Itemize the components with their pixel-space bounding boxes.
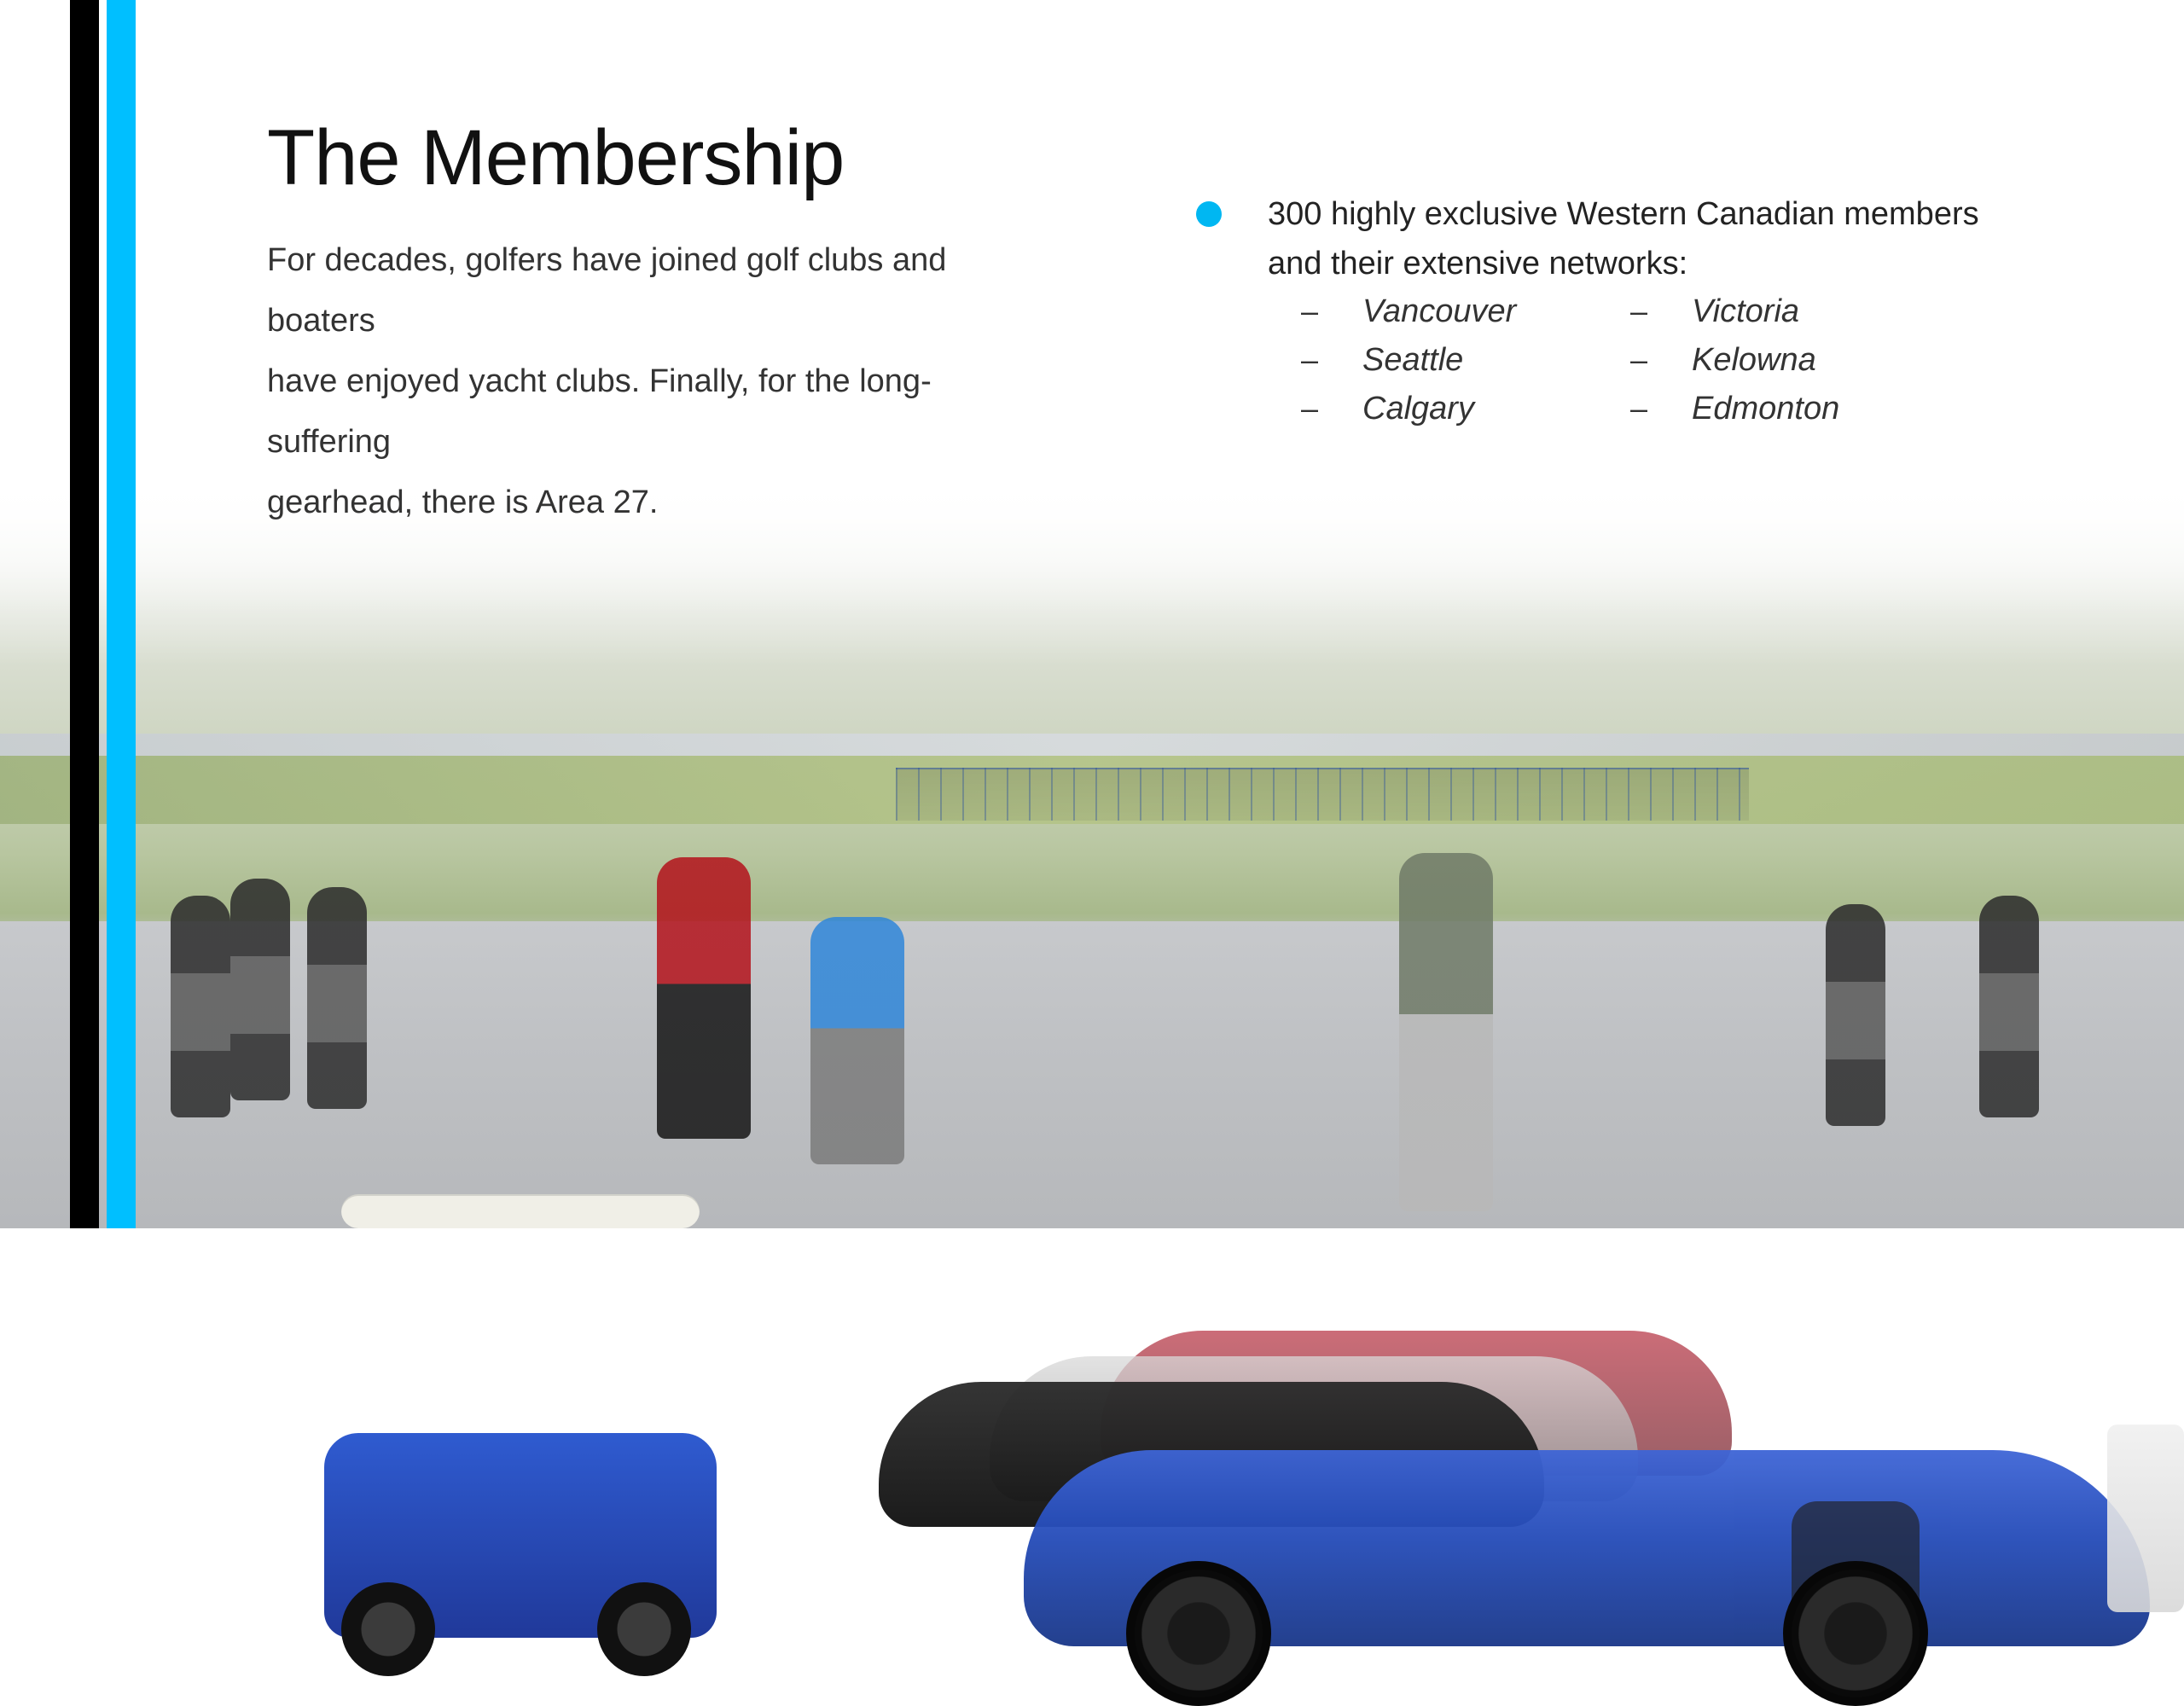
intro-line: For decades, golfers have joined golf cl… xyxy=(267,242,947,339)
crowd xyxy=(136,776,2184,1211)
dash-icon: – xyxy=(1300,342,1319,377)
car-wheel xyxy=(1783,1561,1928,1706)
cities-left-column: – Vancouver – Seattle – Calgary xyxy=(1292,293,1651,439)
person xyxy=(171,896,230,1117)
page-title: The Membership xyxy=(267,114,845,201)
person xyxy=(230,879,290,1100)
city-item: – Edmonton xyxy=(1622,391,1980,439)
dash-icon: – xyxy=(1629,293,1648,328)
dash-icon: – xyxy=(1629,342,1648,377)
intro-line: gearhead, there is Area 27. xyxy=(267,485,659,520)
bullet-line: 300 highly exclusive Western Canadian me… xyxy=(1268,196,1979,232)
golf-cart-wheel xyxy=(341,1582,435,1676)
intro-line: have enjoyed yacht clubs. Finally, for t… xyxy=(267,363,932,460)
person xyxy=(1979,896,2039,1117)
person xyxy=(1826,904,1885,1126)
golf-cart xyxy=(324,1194,725,1676)
dash-icon: – xyxy=(1300,391,1319,426)
city-name: Calgary xyxy=(1362,391,1474,426)
city-name: Kelowna xyxy=(1692,342,1816,378)
person-blue-shirt xyxy=(810,917,904,1164)
background-photo xyxy=(0,478,2184,1706)
person xyxy=(307,887,367,1109)
city-name: Edmonton xyxy=(1692,391,1840,426)
bullet-text: 300 highly exclusive Western Canadian me… xyxy=(1268,189,2036,288)
cities-right-column: – Victoria – Kelowna – Edmonton xyxy=(1622,293,1980,439)
golf-cart-roof xyxy=(341,1194,700,1228)
city-item: – Kelowna xyxy=(1622,342,1980,391)
city-name: Victoria xyxy=(1692,293,1800,329)
left-black-stripe xyxy=(70,0,99,1228)
person-olive-shirt xyxy=(1399,853,1493,1211)
left-cyan-stripe xyxy=(107,0,136,1228)
city-item: – Calgary xyxy=(1292,391,1651,439)
dash-icon: – xyxy=(1629,391,1648,426)
concrete-barrier xyxy=(2107,1425,2184,1612)
bullet-icon xyxy=(1196,201,1222,227)
golf-cart-wheel xyxy=(597,1582,691,1676)
city-item: – Vancouver xyxy=(1292,293,1651,342)
bullet-line: and their extensive networks: xyxy=(1268,246,1688,281)
city-item: – Victoria xyxy=(1622,293,1980,342)
car-wheel xyxy=(1126,1561,1271,1706)
city-name: Vancouver xyxy=(1362,293,1517,329)
race-track xyxy=(0,734,2184,756)
parked-cars xyxy=(879,1305,2184,1706)
intro-paragraph: For decades, golfers have joined golf cl… xyxy=(267,230,1052,533)
city-item: – Seattle xyxy=(1292,342,1651,391)
dash-icon: – xyxy=(1300,293,1319,328)
city-name: Seattle xyxy=(1362,342,1464,378)
staff-person xyxy=(657,857,751,1139)
